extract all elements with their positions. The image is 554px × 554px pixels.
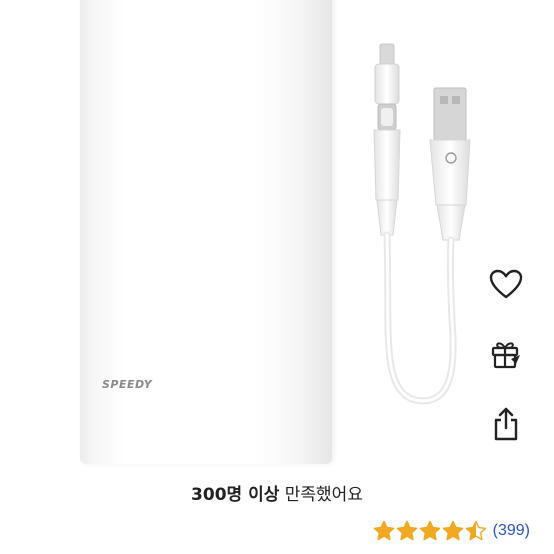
heart-icon: [489, 269, 523, 299]
usb-cable: [373, 43, 471, 405]
star-rating: [373, 520, 487, 542]
star-icon: [419, 520, 440, 541]
power-bank: [80, 0, 332, 464]
review-count-link[interactable]: (399): [493, 522, 530, 540]
power-bank-logo: SPEEDY: [102, 378, 153, 391]
share-button[interactable]: [484, 402, 528, 446]
gift-icon: [491, 342, 520, 369]
star-icon: [373, 520, 394, 541]
satisfaction-text: 300명 이상 만족했어요: [0, 480, 554, 505]
rating[interactable]: (399): [373, 518, 530, 544]
star-icon: [396, 520, 417, 541]
satisfaction-suffix: 만족했어요: [279, 485, 363, 505]
star-icon: [465, 520, 486, 541]
wishlist-button[interactable]: [484, 262, 528, 306]
share-icon: [494, 407, 518, 441]
satisfaction-count: 300명 이상: [191, 485, 280, 505]
gift-button[interactable]: [484, 332, 528, 376]
product-image: SPEEDY: [0, 0, 554, 470]
star-icon: [442, 520, 463, 541]
